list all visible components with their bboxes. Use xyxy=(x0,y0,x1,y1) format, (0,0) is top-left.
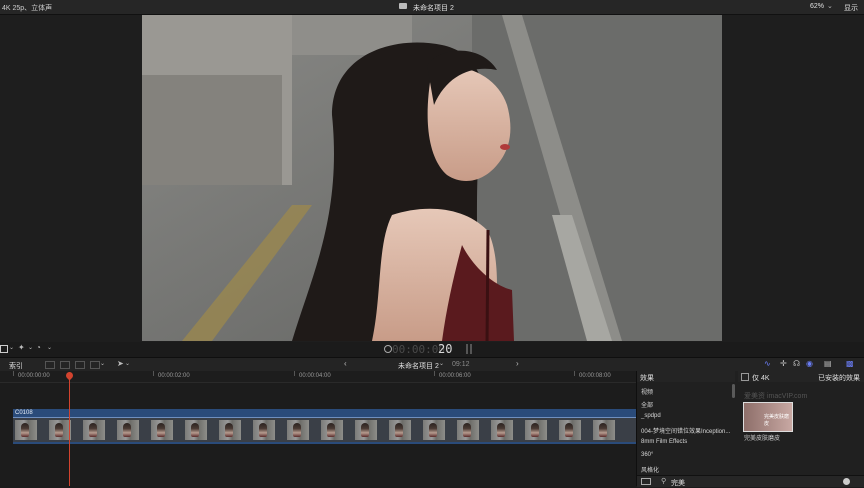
effects-category-item[interactable]: 视频 xyxy=(641,387,653,396)
ruler-tick xyxy=(434,371,435,376)
sidebar-toggle-icon[interactable] xyxy=(641,478,651,485)
chevron-down-icon[interactable]: ⌄ xyxy=(827,2,833,10)
snapping-icon[interactable]: ✛ xyxy=(780,360,787,368)
index-button[interactable]: 索引 xyxy=(9,361,23,371)
audio-meter-icon xyxy=(470,344,472,354)
clip-thumbnail xyxy=(253,420,275,440)
clip-thumbnail xyxy=(423,420,445,440)
zoom-menu[interactable]: 62% xyxy=(810,3,824,10)
speed-icon[interactable]: ◔ xyxy=(36,344,41,352)
clip-thumbnail xyxy=(491,420,513,440)
ruler-tick xyxy=(13,371,14,376)
installed-effects-menu[interactable]: 已安装的效果 xyxy=(818,373,860,383)
video-frame xyxy=(142,15,722,341)
effects-header: 效果 xyxy=(640,375,654,382)
ruler-label: 00:00:00:00 xyxy=(18,373,50,379)
view-menu[interactable]: 显示 xyxy=(844,3,858,13)
overwrite-clip-icon[interactable] xyxy=(90,361,100,369)
clip-thumbnail xyxy=(287,420,309,440)
ruler-tick xyxy=(294,371,295,376)
timeline-duration: 09:12 xyxy=(452,361,470,368)
audio-meter-icon xyxy=(466,344,468,354)
chevron-down-icon[interactable]: ⌄ xyxy=(28,345,33,351)
effects-filter-bar: 仅 4K 已安装的效果 xyxy=(738,371,864,382)
video-image xyxy=(142,15,722,341)
effect-thumbnail-overlay: 完美皮肤磨皮 xyxy=(764,414,790,427)
project-title: 未命名项目 2 xyxy=(413,5,454,12)
forward-arrow-icon[interactable]: › xyxy=(516,360,519,368)
playhead[interactable] xyxy=(69,372,70,486)
clip-thumbnail xyxy=(593,420,615,440)
clip-thumbnail xyxy=(321,420,343,440)
clip-header[interactable]: C0108 xyxy=(13,409,636,417)
clear-search-icon[interactable] xyxy=(843,478,850,485)
clip-thumbnail xyxy=(151,420,173,440)
search-icon: ⚲ xyxy=(661,478,667,485)
effects-category-list: 视频 全部 _spdpd 004-梦境空间错位效果Inception... 8m… xyxy=(637,383,735,475)
timecode-frames: 20 xyxy=(438,342,453,356)
magic-wand-icon[interactable]: ✦ xyxy=(18,344,25,352)
clip-thumbnail xyxy=(559,420,581,440)
audio-skimming-icon[interactable]: ∿ xyxy=(764,360,771,368)
ruler-label: 00:00:02:00 xyxy=(158,373,190,379)
timeline-toolbar: 索引 ⌄ ➤ ⌄ ‹ 未命名项目 2 ⌄ 09:12 › ∿ ✛ ☊ ◉ ▤ ▩ xyxy=(0,357,864,372)
ruler-tick xyxy=(574,371,575,376)
clip-name: C0108 xyxy=(15,410,33,416)
chevron-down-icon[interactable]: ⌄ xyxy=(100,361,105,367)
chevron-down-icon[interactable]: ⌄ xyxy=(47,345,52,351)
chevron-down-icon[interactable]: ⌄ xyxy=(9,345,14,351)
clip-thumbnail xyxy=(525,420,547,440)
insert-clip-icon[interactable] xyxy=(60,361,70,369)
clip-thumbnail xyxy=(83,420,105,440)
solo-icon[interactable]: ◉ xyxy=(806,360,813,368)
connect-clip-icon[interactable] xyxy=(45,361,55,369)
effects-category-item[interactable]: _spdpd xyxy=(641,413,661,419)
select-tool-icon[interactable]: ➤ xyxy=(117,360,124,368)
chevron-down-icon[interactable]: ⌄ xyxy=(439,361,444,367)
clip-thumbnail xyxy=(355,420,377,440)
play-icon[interactable] xyxy=(384,345,392,353)
only-4k-label: 仅 4K xyxy=(752,375,770,382)
ruler-label: 00:00:04:00 xyxy=(299,373,331,379)
effects-category-item[interactable]: 8mm Film Effects xyxy=(641,439,687,445)
effects-header-bar: 效果 xyxy=(637,371,735,382)
top-bar: 4K 25p、立体声 未命名项目 2 62% ⌄ 显示 xyxy=(0,0,864,15)
clip-appearance-icon[interactable]: ▤ xyxy=(824,360,832,368)
effect-name: 完美皮肤磨皮 xyxy=(744,436,781,442)
clip-thumbnail xyxy=(219,420,241,440)
effects-category-item[interactable]: 风格化 xyxy=(641,465,659,474)
watermark: 爱美资 imacVIP.com xyxy=(744,393,808,400)
effects-list-scrollbar[interactable] xyxy=(732,384,735,398)
viewer-controls: ⌄ ✦ ⌄ ◔ ⌄ 00:00:00: 20 xyxy=(0,342,864,356)
video-clip[interactable] xyxy=(13,417,636,444)
chevron-down-icon[interactable]: ⌄ xyxy=(125,361,130,367)
effects-category-item[interactable]: 004-梦境空间错位效果Inception... xyxy=(641,426,730,435)
format-label: 4K 25p、立体声 xyxy=(2,5,53,12)
effects-search-bar: ⚲ 完美 xyxy=(637,475,864,487)
effect-thumbnail[interactable]: 完美皮肤磨皮 xyxy=(743,402,793,432)
effects-browser-icon[interactable]: ▩ xyxy=(846,360,854,368)
clip-thumbnail xyxy=(15,420,37,440)
clip-thumbnail xyxy=(49,420,71,440)
effects-category-item[interactable]: 360° xyxy=(641,452,653,458)
timeline-project-title[interactable]: 未命名项目 2 xyxy=(398,361,439,371)
append-clip-icon[interactable] xyxy=(75,361,85,369)
clip-thumbnail xyxy=(185,420,207,440)
back-arrow-icon[interactable]: ‹ xyxy=(344,360,347,368)
checkbox-4k[interactable] xyxy=(741,373,749,381)
effects-results: 爱美资 imacVIP.com 完美皮肤磨皮 完美皮肤磨皮 xyxy=(738,383,864,475)
clip-thumbnail xyxy=(389,420,411,440)
search-input[interactable]: 完美 xyxy=(671,478,685,488)
headphones-icon[interactable]: ☊ xyxy=(793,360,800,368)
clip-thumbnail xyxy=(457,420,479,440)
effects-category-item[interactable]: 全部 xyxy=(641,400,653,409)
ruler-label: 00:00:06:00 xyxy=(439,373,471,379)
ruler-label: 00:00:08:00 xyxy=(579,373,611,379)
timeline-ruler[interactable]: 00:00:00:00 00:00:02:00 00:00:04:00 00:0… xyxy=(0,371,636,383)
clip-thumbnail xyxy=(117,420,139,440)
ruler-tick xyxy=(153,371,154,376)
crop-icon[interactable] xyxy=(0,345,8,353)
film-icon xyxy=(399,3,407,9)
